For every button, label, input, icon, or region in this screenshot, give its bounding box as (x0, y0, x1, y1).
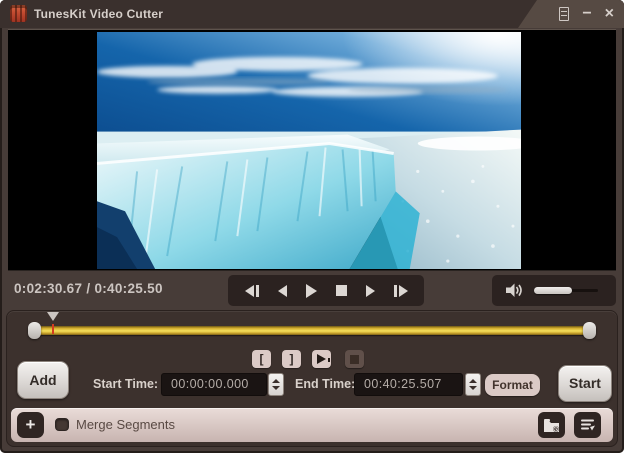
start-button[interactable]: Start (558, 365, 612, 402)
app-logo-icon (10, 5, 27, 22)
playhead-triangle-icon (47, 312, 59, 321)
forward-button[interactable] (366, 280, 375, 302)
timeline-span (33, 311, 591, 345)
volume-control (492, 275, 616, 306)
volume-slider-fill[interactable] (534, 287, 572, 294)
set-end-button[interactable]: ] (282, 350, 301, 368)
open-output-folder-button[interactable] (538, 412, 565, 438)
segment-list-button[interactable] (574, 412, 601, 438)
step-back-frame-button[interactable] (245, 280, 259, 302)
rewind-button[interactable] (278, 280, 287, 302)
playhead-marker[interactable] (46, 312, 60, 334)
close-button[interactable]: × (605, 0, 614, 28)
preview-play-icon (317, 354, 326, 364)
end-time-label: End Time: (295, 377, 355, 391)
chevron-up-icon (469, 379, 477, 383)
end-time-stepper[interactable] (465, 373, 481, 396)
window-title: TunesKit Video Cutter (34, 7, 163, 21)
transport-controls (228, 275, 424, 306)
stop-preview-button[interactable] (345, 350, 364, 368)
stop-button[interactable] (336, 280, 347, 302)
time-display: 0:02:30.67 / 0:40:25.50 (14, 281, 163, 296)
speaker-icon (506, 283, 524, 298)
stop-preview-icon (350, 355, 359, 364)
add-button[interactable]: Add (17, 361, 69, 399)
menu-icon[interactable] (559, 7, 569, 21)
chevron-down-icon (272, 386, 280, 390)
play-button[interactable] (306, 280, 317, 302)
chevron-down-icon (469, 386, 477, 390)
video-player[interactable] (8, 29, 616, 270)
merge-segments-label: Merge Segments (76, 417, 175, 432)
set-start-button[interactable]: [ (252, 350, 271, 368)
output-folder-icon (543, 418, 560, 433)
app-window: TunesKit Video Cutter − × (0, 0, 624, 453)
window-controls: − × (559, 0, 614, 28)
merge-segments-checkbox[interactable] (55, 418, 69, 431)
close-bracket-icon: ] (290, 352, 294, 366)
step-forward-frame-button[interactable] (394, 280, 408, 302)
playhead-tick (52, 324, 54, 334)
segment-list-icon (580, 418, 596, 432)
volume-slider[interactable] (534, 289, 598, 292)
segments-bar: + Merge Segments (11, 408, 613, 442)
open-bracket-icon: [ (260, 352, 264, 366)
add-segment-button[interactable]: + (17, 412, 44, 438)
edit-panel: [ ] Add Start Time: 00:00:00.000 End Tim… (6, 310, 618, 447)
minimize-button[interactable]: − (582, 0, 591, 28)
chevron-up-icon (272, 379, 280, 383)
preview-segment-button[interactable] (312, 350, 331, 368)
video-frame (97, 32, 521, 269)
format-button[interactable]: Format (485, 374, 540, 396)
start-time-stepper[interactable] (268, 373, 284, 396)
titlebar[interactable]: TunesKit Video Cutter − × (0, 0, 624, 28)
end-time-field[interactable]: 00:40:25.507 (354, 373, 463, 396)
start-time-label: Start Time: (93, 377, 158, 391)
start-time-field[interactable]: 00:00:00.000 (161, 373, 267, 396)
